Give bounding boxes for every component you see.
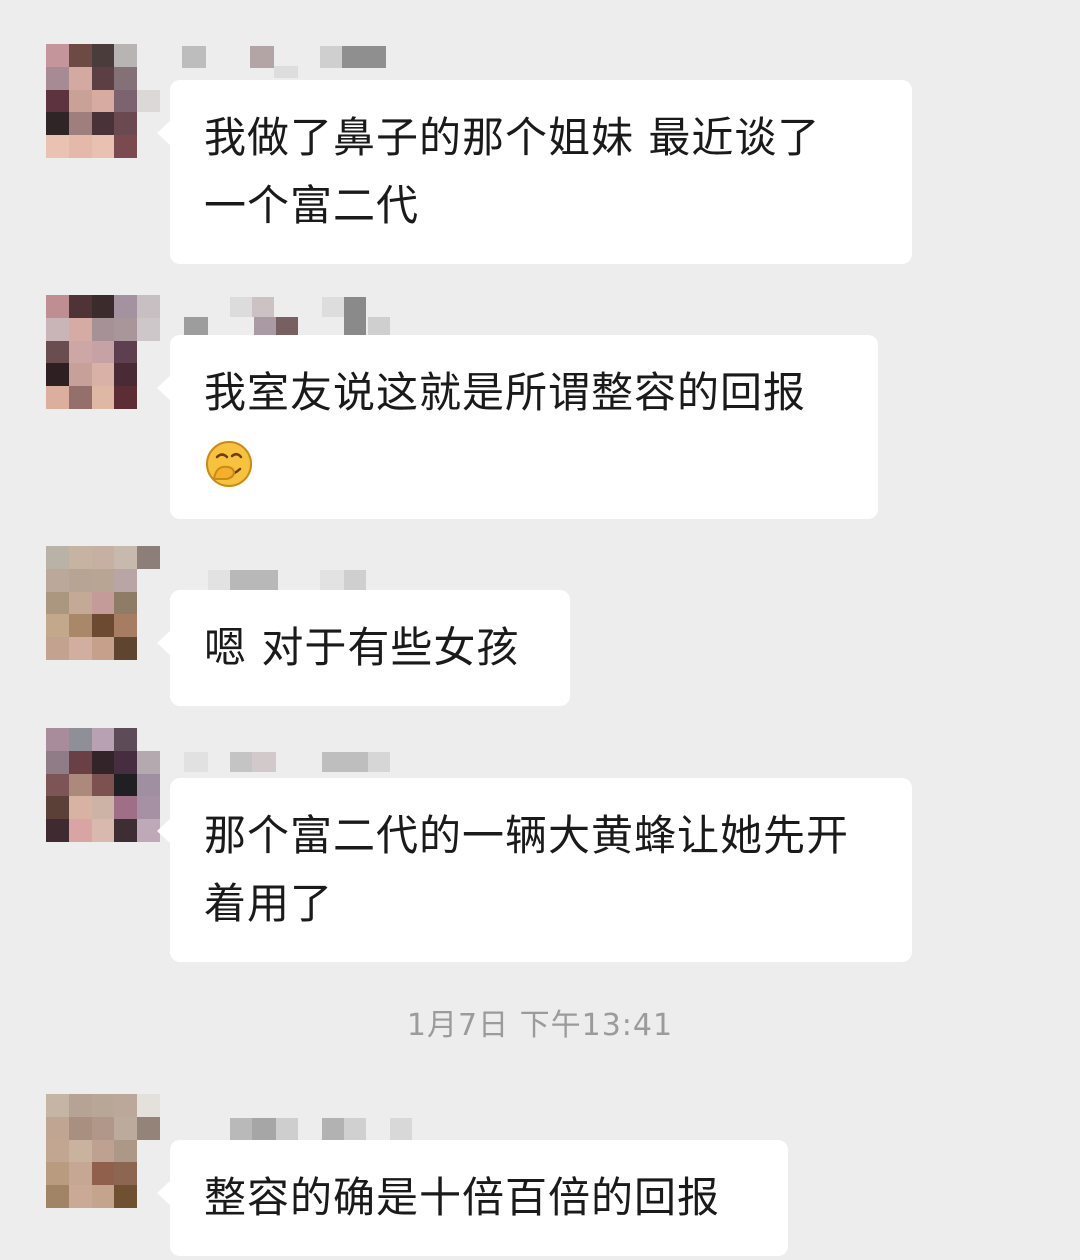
avatar[interactable] <box>46 728 160 842</box>
avatar[interactable] <box>46 295 160 409</box>
sender-name-redacted <box>182 742 412 782</box>
message-text: 那个富二代的一辆大黄蜂让她先开 着用了 <box>204 811 850 928</box>
message-text: 我做了鼻子的那个姐妹 最近谈了 一个富二代 <box>204 113 821 230</box>
smirk-hand-emoji <box>206 440 252 487</box>
message-bubble[interactable]: 我做了鼻子的那个姐妹 最近谈了 一个富二代 <box>157 80 912 264</box>
chat-view: 我做了鼻子的那个姐妹 最近谈了 一个富二代 我室友说这就是所谓整容的回报 嗯 对… <box>0 0 1080 1260</box>
message-bubble[interactable]: 那个富二代的一辆大黄蜂让她先开 着用了 <box>157 778 912 962</box>
message-bubble[interactable]: 整容的确是十倍百倍的回报 <box>157 1140 788 1256</box>
sender-name-redacted <box>182 295 412 337</box>
message-text: 整容的确是十倍百倍的回报 <box>204 1173 721 1222</box>
avatar[interactable] <box>46 546 160 660</box>
message-text: 嗯 对于有些女孩 <box>204 623 520 672</box>
message-text: 我室友说这就是所谓整容的回报 <box>204 368 807 417</box>
message-bubble[interactable]: 我室友说这就是所谓整容的回报 <box>157 335 878 519</box>
avatar[interactable] <box>46 44 160 158</box>
avatar[interactable] <box>46 1094 160 1208</box>
message-bubble[interactable]: 嗯 对于有些女孩 <box>157 590 570 706</box>
chat-timestamp: 1月7日 下午13:41 <box>406 1008 674 1043</box>
sender-name-redacted <box>182 44 412 84</box>
